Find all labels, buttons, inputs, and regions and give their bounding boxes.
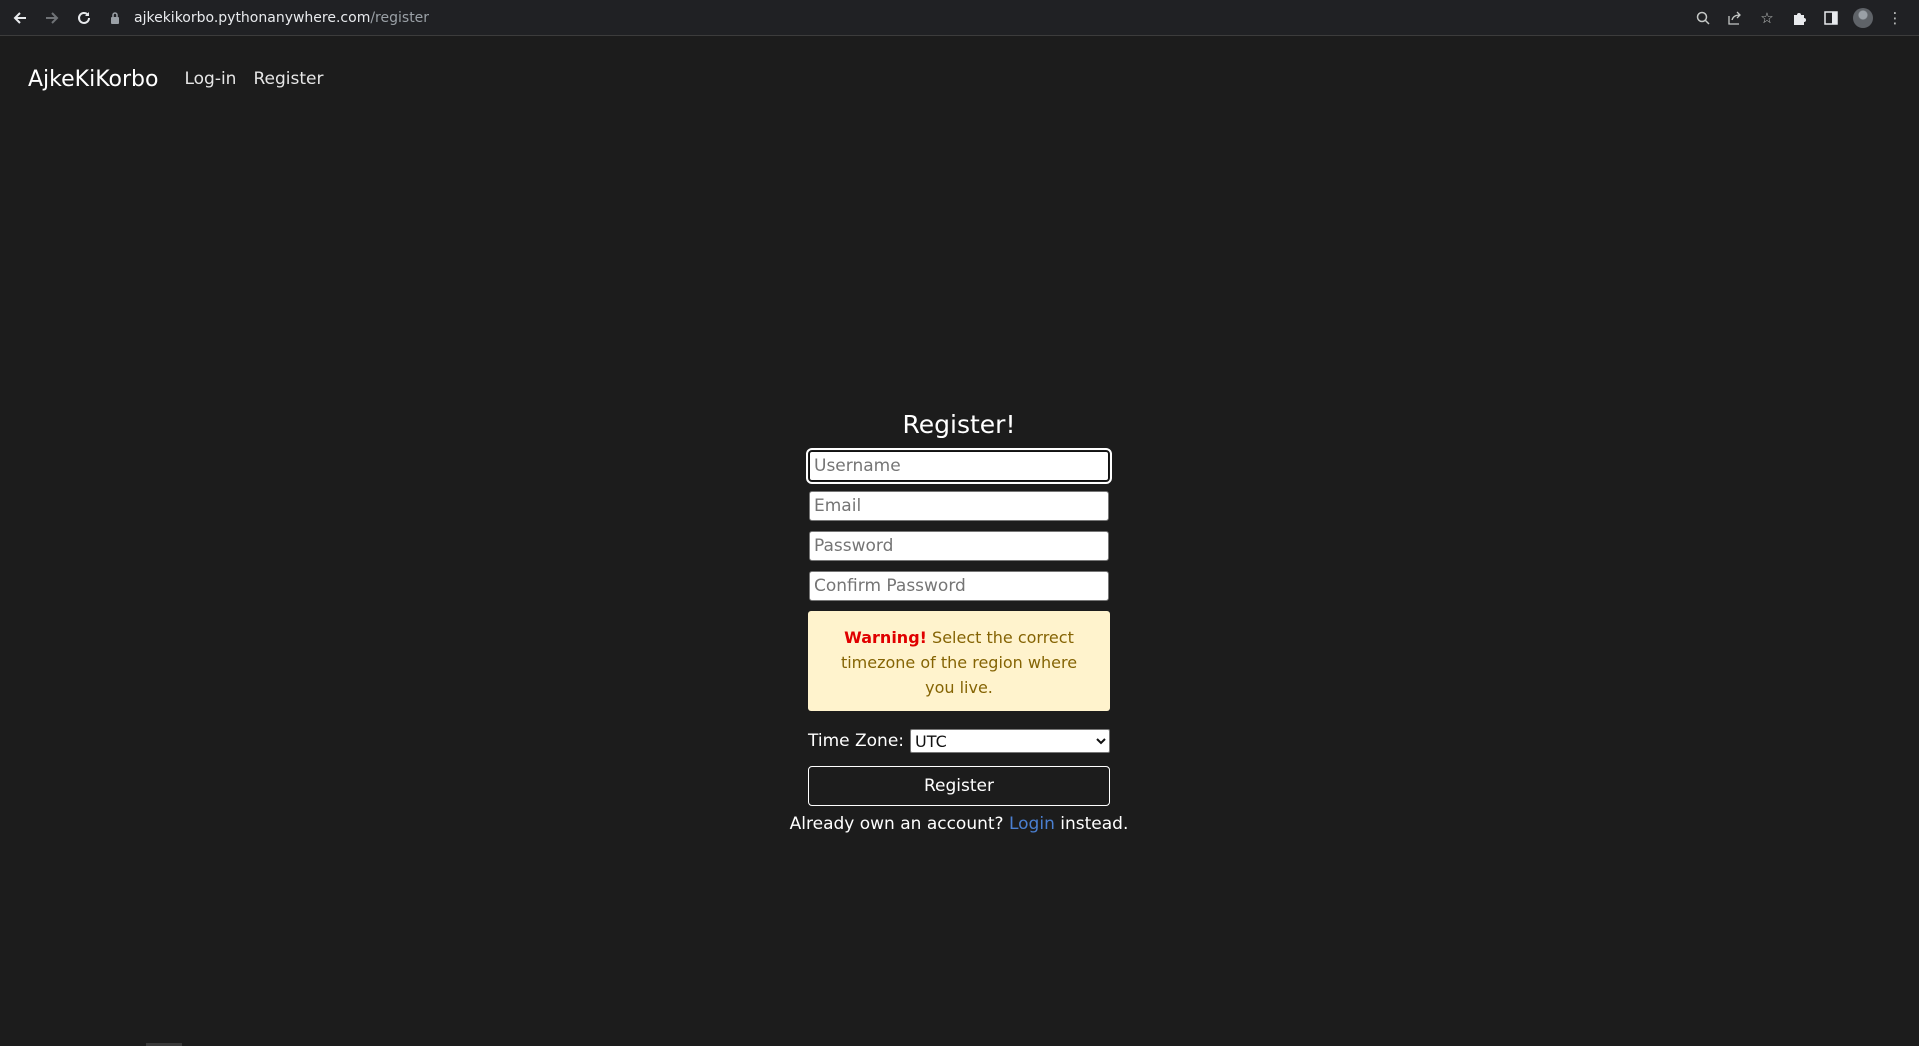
back-icon[interactable] (4, 2, 36, 34)
timezone-select[interactable]: UTC (910, 729, 1110, 753)
login-link[interactable]: Login (1009, 814, 1055, 834)
login-prompt: Already own an account? Login instead. (788, 814, 1130, 834)
extensions-icon[interactable] (1783, 2, 1815, 34)
nav-link-login[interactable]: Log-in (184, 69, 236, 89)
profile-avatar[interactable] (1847, 2, 1879, 34)
login-prompt-prefix: Already own an account? (789, 814, 1004, 834)
site-navbar: AjkeKiKorbo Log-in Register (0, 36, 1919, 122)
confirm-password-input[interactable] (809, 571, 1109, 601)
timezone-warning-alert: Warning! Select the correct timezone of … (808, 611, 1110, 711)
menu-dots-icon[interactable]: ⋮ (1879, 2, 1911, 34)
warning-label: Warning! (844, 628, 927, 647)
side-panel-icon[interactable] (1815, 2, 1847, 34)
zoom-icon[interactable] (1687, 2, 1719, 34)
timezone-row: Time Zone: UTC (808, 729, 1110, 753)
username-input[interactable] (806, 448, 1112, 484)
toolbar-actions: ☆ ⋮ (1687, 2, 1911, 34)
password-input[interactable] (809, 531, 1109, 561)
login-prompt-suffix: instead. (1060, 814, 1129, 834)
bookmark-star-icon[interactable]: ☆ (1751, 2, 1783, 34)
page-title: Register! (902, 410, 1016, 439)
navigation-buttons (4, 2, 100, 34)
brand-logo[interactable]: AjkeKiKorbo (28, 67, 158, 92)
register-button[interactable]: Register (808, 766, 1110, 806)
url-path: /register (370, 9, 430, 26)
email-input[interactable] (809, 491, 1109, 521)
url-host: ajkekikorbo.pythonanywhere.com (134, 9, 371, 26)
lock-icon[interactable] (110, 11, 122, 24)
nav-link-register[interactable]: Register (253, 69, 323, 89)
share-icon[interactable] (1719, 2, 1751, 34)
address-bar[interactable]: ajkekikorbo.pythonanywhere.com/register (110, 4, 1687, 32)
forward-icon[interactable] (36, 2, 68, 34)
timezone-label: Time Zone: (808, 731, 905, 751)
reload-icon[interactable] (68, 2, 100, 34)
register-form: Register! Warning! Select the correct ti… (790, 405, 1129, 834)
browser-toolbar: ajkekikorbo.pythonanywhere.com/register … (0, 0, 1919, 36)
